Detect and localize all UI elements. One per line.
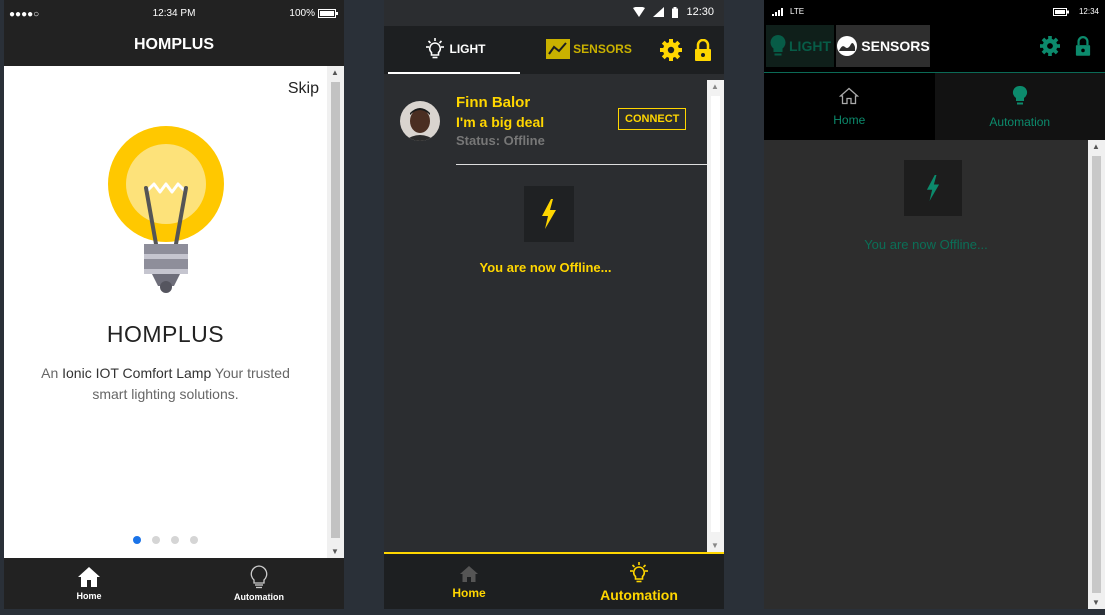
pager-dot-3[interactable]	[171, 536, 179, 544]
profile-name: Finn Balor	[456, 94, 531, 111]
power-indicator	[524, 186, 574, 242]
cell-signal-icon	[772, 7, 783, 16]
profile-status: Status: Offline	[456, 133, 545, 148]
slide-pager	[4, 536, 327, 544]
status-time: 12:34	[1078, 7, 1099, 16]
scroll-up-icon[interactable]: ▲	[1092, 142, 1100, 151]
scroll-thumb[interactable]	[331, 82, 340, 538]
battery-icon	[672, 6, 679, 18]
tab-light[interactable]: LIGHT	[766, 25, 834, 67]
tab-bar: Home Automation	[4, 558, 344, 609]
app-name: HOMPLUS	[106, 321, 225, 347]
wifi-icon	[633, 7, 646, 17]
tab-home-label: Home	[452, 586, 486, 600]
bolt-icon	[926, 175, 940, 201]
scroll-down-icon[interactable]: ▼	[711, 541, 719, 550]
bulb-icon	[630, 562, 648, 583]
scroll-down-icon[interactable]: ▼	[1092, 598, 1100, 607]
bulb-icon	[770, 35, 786, 56]
light-panel: Finn Balor I'm a big deal Status: Offlin…	[384, 80, 707, 552]
tab-automation-label: Automation	[989, 114, 1051, 129]
bulb-icon	[1012, 85, 1027, 104]
power-indicator	[904, 160, 962, 216]
tab-sensors-label: SENSORS	[573, 42, 632, 56]
bulb-icon	[250, 565, 268, 589]
tab-home[interactable]: Home	[384, 554, 554, 609]
tab-automation[interactable]: Automation	[174, 558, 344, 609]
desc-product: Ionic IOT Comfort Lamp	[62, 365, 212, 381]
lock-icon[interactable]	[694, 39, 712, 61]
automation-panel: You are now Offline...	[764, 140, 1088, 609]
app-description: An Ionic IOT Comfort Lamp Your trusted s…	[34, 363, 297, 405]
battery-icon	[1052, 7, 1069, 16]
tab-home-label: Home	[76, 591, 102, 601]
home-icon	[78, 567, 100, 587]
chart-icon	[546, 39, 571, 59]
tab-light[interactable]: LIGHT	[388, 26, 520, 74]
scroll-up-icon[interactable]: ▲	[711, 82, 719, 91]
bolt-icon	[542, 199, 556, 229]
pager-dot-1[interactable]	[133, 536, 141, 544]
offline-message: You are now Offline...	[479, 260, 612, 275]
tab-automation[interactable]: Automation	[554, 554, 724, 609]
battery-icon	[318, 9, 338, 18]
tab-bar: Home Automation	[764, 73, 1105, 140]
tab-sensors-label: SENSORS	[861, 38, 930, 54]
top-header: LIGHT SENSORS	[384, 26, 724, 74]
offline-message: You are now Offline...	[864, 237, 988, 252]
tab-sensors[interactable]: SENSORS	[836, 25, 930, 67]
windows-phone: LTE 12:34 LIGHT SENSORS Home Automation …	[764, 0, 1105, 609]
bulb-icon	[425, 38, 444, 59]
android-phone: 12:30 LIGHT SENSORS Finn Balor I'm a big…	[384, 0, 724, 609]
scroll-down-icon[interactable]: ▼	[331, 547, 339, 556]
divider	[456, 164, 707, 165]
status-time: 12:30	[686, 6, 714, 18]
tab-automation-label: Automation	[234, 592, 284, 602]
pager-dot-4[interactable]	[190, 536, 198, 544]
home-icon	[839, 87, 860, 104]
tab-light-label: LIGHT	[449, 42, 486, 56]
lock-icon[interactable]	[1075, 36, 1091, 56]
tab-light-label: LIGHT	[789, 38, 831, 54]
scrollbar[interactable]: ▲ ▼	[1088, 140, 1105, 609]
gear-icon[interactable]	[660, 39, 682, 61]
desc-prefix: An	[41, 365, 59, 381]
status-bar: LTE 12:34	[764, 0, 1105, 22]
network-type: LTE	[790, 7, 805, 16]
battery-percent: 100%	[289, 8, 315, 19]
scrollbar[interactable]: ▲ ▼	[327, 66, 344, 558]
tab-home-label: Home	[833, 112, 866, 127]
gauge-icon	[837, 36, 858, 56]
top-header: LIGHT SENSORS	[764, 22, 1105, 73]
ios-phone: ●●●●○ 12:34 PM 100% HOMPLUS Skip HOMPLUS…	[4, 0, 344, 609]
avatar	[400, 101, 440, 141]
battery-indicator: 100%	[289, 8, 338, 19]
tab-sensors[interactable]: SENSORS	[534, 26, 644, 72]
cell-signal-icon	[653, 7, 665, 17]
tab-home[interactable]: Home	[4, 558, 174, 609]
status-bar: 12:30	[384, 0, 724, 26]
profile-tagline: I'm a big deal	[456, 114, 545, 130]
scrollbar[interactable]: ▲ ▼	[707, 80, 724, 552]
tab-automation[interactable]: Automation	[934, 73, 1105, 140]
skip-button[interactable]: Skip	[288, 80, 319, 98]
connect-button[interactable]: CONNECT	[618, 108, 687, 130]
pager-dot-2[interactable]	[152, 536, 160, 544]
lightbulb-illustration	[104, 126, 229, 296]
tab-home[interactable]: Home	[764, 73, 935, 140]
nav-title: HOMPLUS	[134, 36, 214, 53]
scroll-up-icon[interactable]: ▲	[331, 68, 339, 77]
home-icon	[460, 566, 478, 582]
status-bar: ●●●●○ 12:34 PM 100%	[4, 0, 344, 28]
intro-slide: Skip HOMPLUS An Ionic IOT Comfort Lamp Y…	[4, 66, 327, 558]
scroll-thumb[interactable]	[1092, 156, 1101, 593]
tab-bar: Home Automation	[384, 552, 724, 609]
scroll-thumb[interactable]	[711, 96, 720, 532]
gear-icon[interactable]	[1040, 36, 1060, 56]
tab-automation-label: Automation	[600, 587, 678, 603]
